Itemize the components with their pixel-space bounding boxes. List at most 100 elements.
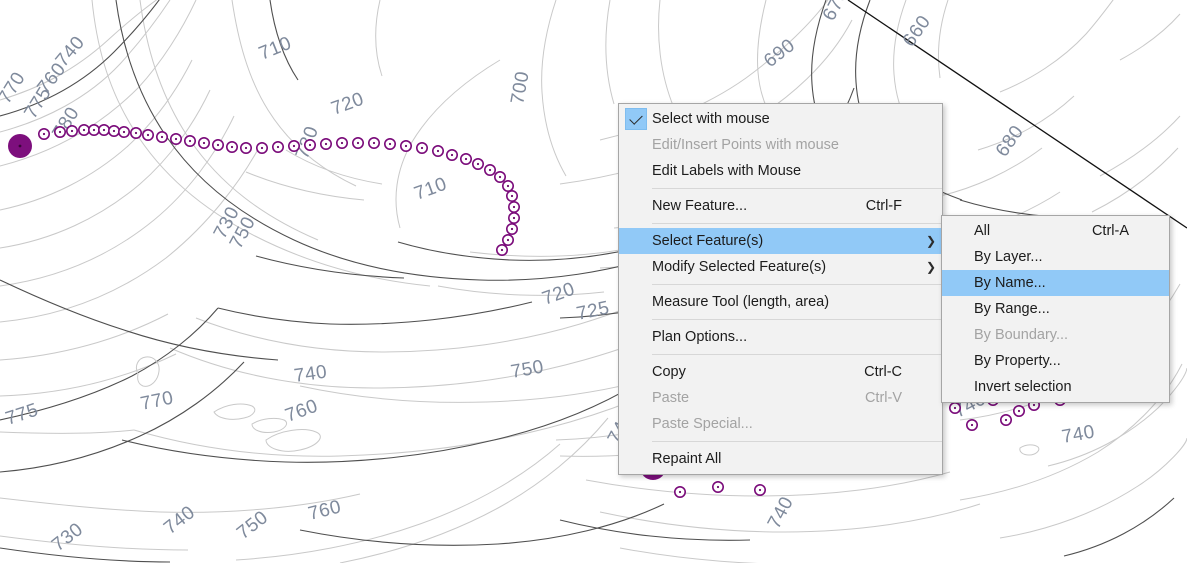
feature-point[interactable]	[399, 140, 412, 153]
feature-point[interactable]	[431, 145, 444, 158]
menu-icon-gutter	[619, 158, 652, 184]
feature-point[interactable]	[1012, 404, 1025, 417]
feature-point[interactable]	[170, 133, 183, 146]
contour-elevation-label: 670	[819, 0, 853, 24]
feature-point[interactable]	[271, 141, 284, 154]
contour-elevation-label: 710	[412, 174, 450, 205]
feature-point[interactable]	[459, 153, 472, 166]
submenu-item-by-property[interactable]: By Property...	[942, 348, 1169, 374]
menu-icon-gutter	[619, 446, 652, 472]
submenu-item-by-name[interactable]: By Name...	[942, 270, 1169, 296]
feature-point[interactable]	[66, 125, 79, 138]
menu-item-edit-labels-with-mouse[interactable]: Edit Labels with Mouse	[619, 158, 942, 184]
contour-elevation-label: 660	[899, 12, 935, 51]
menu-item-label: Edit/Insert Points with mouse	[652, 137, 839, 153]
feature-point[interactable]	[507, 201, 520, 214]
feature-point[interactable]	[965, 418, 978, 431]
submenu-item-by-layer[interactable]: By Layer...	[942, 244, 1169, 270]
menu-item-measure-tool[interactable]: Measure Tool (length, area)	[619, 289, 942, 315]
menu-item-label: Repaint All	[652, 451, 722, 467]
menu-item-new-feature[interactable]: New Feature... Ctrl-F	[619, 193, 942, 219]
feature-point[interactable]	[88, 124, 101, 137]
menu-item-label: Edit Labels with Mouse	[652, 163, 802, 179]
menu-icon-gutter	[619, 411, 652, 437]
submenu-item-label: By Boundary...	[974, 327, 1069, 343]
feature-point[interactable]	[240, 142, 253, 155]
feature-point[interactable]	[711, 480, 724, 493]
submenu-item-all[interactable]: All Ctrl-A	[942, 218, 1169, 244]
feature-point[interactable]	[53, 126, 66, 139]
submenu-item-by-boundary: By Boundary...	[942, 322, 1169, 348]
feature-point[interactable]	[501, 180, 514, 193]
menu-item-select-features[interactable]: Select Feature(s) ❯	[619, 228, 942, 254]
feature-point[interactable]	[37, 128, 50, 141]
menu-icon-gutter	[942, 374, 974, 400]
feature-point[interactable]	[108, 125, 121, 138]
submenu-item-invert-selection[interactable]: Invert selection	[942, 374, 1169, 400]
feature-point[interactable]	[226, 141, 239, 154]
menu-item-plan-options[interactable]: Plan Options...	[619, 324, 942, 350]
menu-icon-gutter	[619, 254, 652, 280]
submenu-item-label: By Layer...	[974, 249, 1043, 265]
feature-point[interactable]	[673, 485, 686, 498]
feature-point[interactable]	[999, 413, 1012, 426]
feature-point[interactable]	[156, 131, 169, 144]
feature-point[interactable]	[507, 212, 520, 225]
feature-point[interactable]	[495, 244, 508, 257]
feature-point[interactable]	[319, 138, 332, 151]
feature-point[interactable]	[212, 139, 225, 152]
menu-item-repaint-all[interactable]: Repaint All	[619, 446, 942, 472]
feature-point[interactable]	[303, 139, 316, 152]
checkmark-icon	[619, 106, 652, 132]
feature-point[interactable]	[501, 234, 514, 247]
contour-elevation-label: 720	[540, 279, 578, 310]
menu-item-modify-selected-features[interactable]: Modify Selected Feature(s) ❯	[619, 254, 942, 280]
feature-point[interactable]	[142, 129, 155, 142]
submenu-chevron-icon: ❯	[925, 234, 937, 248]
menu-icon-gutter	[619, 228, 652, 254]
feature-point[interactable]	[118, 126, 131, 139]
feature-point[interactable]	[255, 142, 268, 155]
feature-point[interactable]	[753, 483, 766, 496]
menu-item-copy[interactable]: Copy Ctrl-C	[619, 359, 942, 385]
check-glyph-icon	[628, 110, 643, 125]
contour-elevation-label: 680	[992, 122, 1028, 161]
map-context-menu[interactable]: Select with mouse Edit/Insert Points with…	[618, 103, 943, 475]
feature-point[interactable]	[505, 223, 518, 236]
contour-elevation-label: 690	[760, 35, 799, 72]
feature-point[interactable]	[335, 137, 348, 150]
feature-point[interactable]	[130, 127, 143, 140]
contour-elevation-label: 740	[293, 362, 329, 387]
feature-point[interactable]	[471, 158, 484, 171]
feature-point[interactable]	[287, 140, 300, 153]
menu-icon-gutter	[619, 132, 652, 158]
contour-elevation-label: 730	[48, 519, 87, 556]
feature-point[interactable]	[483, 164, 496, 177]
submenu-item-by-range[interactable]: By Range...	[942, 296, 1169, 322]
contour-elevation-label: 750	[509, 356, 545, 382]
feature-point[interactable]	[383, 138, 396, 151]
menu-item-label: Paste Special...	[652, 416, 753, 432]
feature-point[interactable]	[184, 135, 197, 148]
contour-elevation-label: 770	[0, 68, 30, 107]
feature-point[interactable]	[445, 149, 458, 162]
feature-point[interactable]	[78, 124, 91, 137]
menu-icon-gutter	[619, 385, 652, 411]
menu-item-edit-insert-points: Edit/Insert Points with mouse	[619, 132, 942, 158]
feature-point[interactable]	[367, 137, 380, 150]
menu-item-label: Plan Options...	[652, 329, 748, 345]
select-features-submenu[interactable]: All Ctrl-A By Layer... By Name... By Range..…	[941, 215, 1170, 403]
feature-point[interactable]	[948, 401, 961, 414]
feature-point[interactable]	[98, 124, 111, 137]
feature-point[interactable]	[198, 137, 211, 150]
menu-item-select-with-mouse[interactable]: Select with mouse	[619, 106, 942, 132]
contour-elevation-label: 740	[160, 502, 199, 539]
feature-point[interactable]	[351, 137, 364, 150]
menu-icon-gutter	[619, 193, 652, 219]
contour-elevation-label: 740	[764, 493, 798, 532]
contour-elevation-label: 760	[283, 396, 321, 427]
feature-point[interactable]	[493, 171, 506, 184]
menu-item-shortcut: Ctrl-C	[864, 364, 902, 380]
feature-point[interactable]	[505, 190, 518, 203]
feature-point[interactable]	[415, 142, 428, 155]
